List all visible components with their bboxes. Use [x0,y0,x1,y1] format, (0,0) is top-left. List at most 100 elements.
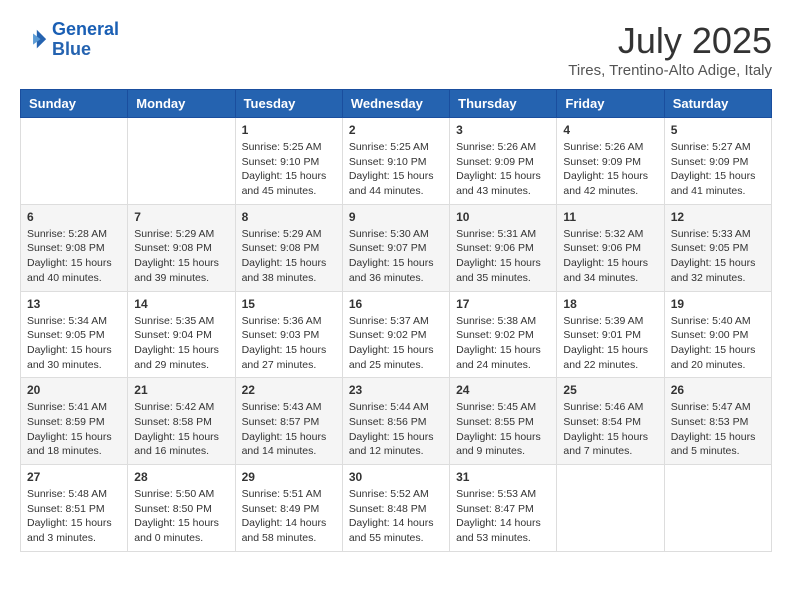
day-info: Sunrise: 5:51 AM Sunset: 8:49 PM Dayligh… [242,487,336,546]
weekday-saturday: Saturday [664,90,771,118]
calendar-cell: 21 Sunrise: 5:42 AM Sunset: 8:58 PM Dayli… [128,378,235,465]
calendar-cell: 4 Sunrise: 5:26 AM Sunset: 9:09 PM Daylig… [557,118,664,205]
weekday-wednesday: Wednesday [342,90,449,118]
calendar-cell: 5 Sunrise: 5:27 AM Sunset: 9:09 PM Daylig… [664,118,771,205]
logo-text: General Blue [52,20,119,60]
location: Tires, Trentino-Alto Adige, Italy [568,62,772,79]
weekday-friday: Friday [557,90,664,118]
logo: General Blue [20,20,119,60]
day-info: Sunrise: 5:47 AM Sunset: 8:53 PM Dayligh… [671,400,765,459]
calendar-cell: 30Sunrise: 5:52 AM Sunset: 8:48 PM Dayli… [342,465,449,552]
weekday-sunday: Sunday [21,90,128,118]
week-row-1: 1Sunrise: 5:25 AM Sunset: 9:10 PM Daylig… [21,118,772,205]
calendar-cell: 16 Sunrise: 5:37 AM Sunset: 9:02 PM Dayli… [342,291,449,378]
day-number: 6 [27,210,121,224]
calendar-cell: 8Sunrise: 5:29 AM Sunset: 9:08 PM Daylig… [235,204,342,291]
title-block: July 2025 Tires, Trentino-Alto Adige, It… [568,20,772,79]
day-info: Sunrise: 5:45 AM Sunset: 8:55 PM Dayligh… [456,400,550,459]
day-info: Sunrise: 5:25 AM Sunset: 9:10 PM Dayligh… [349,140,443,199]
day-number: 7 [134,210,228,224]
day-info: Sunrise: 5:43 AM Sunset: 8:57 PM Dayligh… [242,400,336,459]
calendar-cell: 11Sunrise: 5:32 AM Sunset: 9:06 PM Dayli… [557,204,664,291]
day-number: 17 [456,297,550,311]
day-info: Sunrise: 5:30 AM Sunset: 9:07 PM Dayligh… [349,227,443,286]
day-number: 23 [349,383,443,397]
calendar-cell: 12Sunrise: 5:33 AM Sunset: 9:05 PM Dayli… [664,204,771,291]
day-info: Sunrise: 5:26 AM Sunset: 9:09 PM Dayligh… [456,140,550,199]
day-info: Sunrise: 5:36 AM Sunset: 9:03 PM Dayligh… [242,314,336,373]
day-number: 13 [27,297,121,311]
day-info: Sunrise: 5:42 AM Sunset: 8:58 PM Dayligh… [134,400,228,459]
calendar-cell: 23 Sunrise: 5:44 AM Sunset: 8:56 PM Dayli… [342,378,449,465]
calendar-cell: 10 Sunrise: 5:31 AM Sunset: 9:06 PM Dayli… [450,204,557,291]
calendar-cell: 20 Sunrise: 5:41 AM Sunset: 8:59 PM Dayli… [21,378,128,465]
calendar-cell: 18 Sunrise: 5:39 AM Sunset: 9:01 PM Dayli… [557,291,664,378]
calendar-cell: 28Sunrise: 5:50 AM Sunset: 8:50 PM Dayli… [128,465,235,552]
day-number: 24 [456,383,550,397]
month-year: July 2025 [568,20,772,62]
day-number: 5 [671,123,765,137]
day-info: Sunrise: 5:48 AM Sunset: 8:51 PM Dayligh… [27,487,121,546]
day-number: 10 [456,210,550,224]
calendar-cell: 7 Sunrise: 5:29 AM Sunset: 9:08 PM Daylig… [128,204,235,291]
day-info: Sunrise: 5:31 AM Sunset: 9:06 PM Dayligh… [456,227,550,286]
day-number: 22 [242,383,336,397]
calendar-cell: 17 Sunrise: 5:38 AM Sunset: 9:02 PM Dayli… [450,291,557,378]
day-info: Sunrise: 5:34 AM Sunset: 9:05 PM Dayligh… [27,314,121,373]
day-info: Sunrise: 5:29 AM Sunset: 9:08 PM Dayligh… [242,227,336,286]
day-info: Sunrise: 5:27 AM Sunset: 9:09 PM Dayligh… [671,140,765,199]
calendar-cell: 29Sunrise: 5:51 AM Sunset: 8:49 PM Dayli… [235,465,342,552]
calendar-cell: 22 Sunrise: 5:43 AM Sunset: 8:57 PM Dayli… [235,378,342,465]
day-number: 25 [563,383,657,397]
calendar-cell: 19Sunrise: 5:40 AM Sunset: 9:00 PM Dayli… [664,291,771,378]
day-number: 30 [349,470,443,484]
day-info: Sunrise: 5:38 AM Sunset: 9:02 PM Dayligh… [456,314,550,373]
calendar-cell [128,118,235,205]
page-header: General Blue July 2025 Tires, Trentino-A… [20,20,772,79]
calendar-cell: 25 Sunrise: 5:46 AM Sunset: 8:54 PM Dayli… [557,378,664,465]
day-number: 15 [242,297,336,311]
day-info: Sunrise: 5:39 AM Sunset: 9:01 PM Dayligh… [563,314,657,373]
weekday-tuesday: Tuesday [235,90,342,118]
calendar-cell: 9 Sunrise: 5:30 AM Sunset: 9:07 PM Daylig… [342,204,449,291]
day-number: 9 [349,210,443,224]
calendar-table: SundayMondayTuesdayWednesdayThursdayFrid… [20,89,772,552]
calendar-cell: 26Sunrise: 5:47 AM Sunset: 8:53 PM Dayli… [664,378,771,465]
calendar-cell: 1Sunrise: 5:25 AM Sunset: 9:10 PM Daylig… [235,118,342,205]
day-info: Sunrise: 5:37 AM Sunset: 9:02 PM Dayligh… [349,314,443,373]
day-info: Sunrise: 5:53 AM Sunset: 8:47 PM Dayligh… [456,487,550,546]
day-number: 27 [27,470,121,484]
day-number: 21 [134,383,228,397]
day-info: Sunrise: 5:33 AM Sunset: 9:05 PM Dayligh… [671,227,765,286]
day-number: 2 [349,123,443,137]
weekday-header-row: SundayMondayTuesdayWednesdayThursdayFrid… [21,90,772,118]
calendar-cell: 24 Sunrise: 5:45 AM Sunset: 8:55 PM Dayli… [450,378,557,465]
logo-icon [20,26,48,54]
day-number: 14 [134,297,228,311]
day-info: Sunrise: 5:28 AM Sunset: 9:08 PM Dayligh… [27,227,121,286]
day-number: 16 [349,297,443,311]
calendar-cell [664,465,771,552]
day-number: 3 [456,123,550,137]
calendar-cell: 2 Sunrise: 5:25 AM Sunset: 9:10 PM Daylig… [342,118,449,205]
day-number: 4 [563,123,657,137]
day-number: 31 [456,470,550,484]
calendar-cell [557,465,664,552]
day-info: Sunrise: 5:26 AM Sunset: 9:09 PM Dayligh… [563,140,657,199]
day-number: 18 [563,297,657,311]
day-info: Sunrise: 5:41 AM Sunset: 8:59 PM Dayligh… [27,400,121,459]
calendar-cell: 15 Sunrise: 5:36 AM Sunset: 9:03 PM Dayli… [235,291,342,378]
calendar-cell: 31 Sunrise: 5:53 AM Sunset: 8:47 PM Dayli… [450,465,557,552]
day-info: Sunrise: 5:44 AM Sunset: 8:56 PM Dayligh… [349,400,443,459]
day-info: Sunrise: 5:46 AM Sunset: 8:54 PM Dayligh… [563,400,657,459]
day-number: 20 [27,383,121,397]
day-info: Sunrise: 5:35 AM Sunset: 9:04 PM Dayligh… [134,314,228,373]
day-info: Sunrise: 5:25 AM Sunset: 9:10 PM Dayligh… [242,140,336,199]
day-number: 19 [671,297,765,311]
week-row-4: 20 Sunrise: 5:41 AM Sunset: 8:59 PM Dayli… [21,378,772,465]
weekday-thursday: Thursday [450,90,557,118]
calendar-cell: 13 Sunrise: 5:34 AM Sunset: 9:05 PM Dayli… [21,291,128,378]
week-row-2: 6 Sunrise: 5:28 AM Sunset: 9:08 PM Daylig… [21,204,772,291]
calendar-cell: 3 Sunrise: 5:26 AM Sunset: 9:09 PM Daylig… [450,118,557,205]
day-info: Sunrise: 5:29 AM Sunset: 9:08 PM Dayligh… [134,227,228,286]
